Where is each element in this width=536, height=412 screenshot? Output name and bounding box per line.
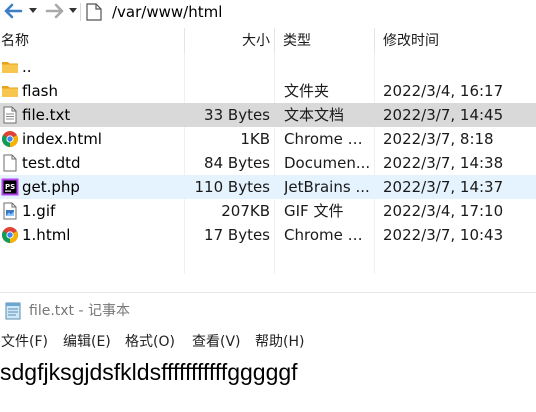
column-header-size[interactable]: 大小: [242, 28, 270, 54]
column-divider[interactable]: [184, 28, 185, 54]
image-file-icon: [1, 202, 19, 220]
file-modified: 2022/3/7, 10:43: [383, 226, 504, 244]
file-name: 1.gif: [22, 202, 56, 220]
file-modified: 2022/3/7, 8:18: [383, 130, 494, 148]
file-size: 110 Bytes: [194, 178, 271, 196]
file-size: 207KB: [221, 202, 270, 220]
menu-view[interactable]: 查看(V): [192, 331, 241, 353]
file-name: get.php: [22, 178, 80, 196]
file-modified: 2022/3/7, 14:38: [383, 154, 504, 172]
file-size: 33 Bytes: [204, 106, 270, 124]
file-name: flash: [22, 82, 58, 100]
forward-button[interactable]: [42, 0, 68, 22]
file-modified: 2022/3/4, 17:10: [383, 202, 504, 220]
file-row[interactable]: test.dtd 84 Bytes Documen... 2022/3/7, 14:3…: [0, 151, 536, 175]
path-folder-icon: [86, 3, 106, 21]
chrome-icon: [1, 226, 19, 244]
file-list: 名称 大小 类型 修改时间 .. flash 文件夹 2022/3/4, 16:17 f…: [0, 28, 536, 288]
file-name: ..: [22, 58, 32, 76]
column-divider[interactable]: [274, 28, 275, 54]
arrow-right-icon: [45, 3, 64, 19]
back-history-dropdown[interactable]: [26, 0, 40, 22]
svg-text:PS: PS: [5, 183, 15, 191]
chrome-icon: [1, 130, 19, 148]
file-type: GIF 文件: [284, 202, 344, 220]
folder-icon: [1, 82, 19, 100]
menu-format[interactable]: 格式(O): [125, 331, 175, 353]
file-modified: 2022/3/7, 14:45: [383, 106, 504, 124]
file-row[interactable]: 1.html 17 Bytes Chrome H... 2022/3/7, 10:43: [0, 223, 536, 247]
file-name: test.dtd: [22, 154, 81, 172]
notepad-title: file.txt - 记事本: [29, 303, 130, 319]
phpstorm-icon: PS: [1, 178, 19, 196]
file-type: 文件夹: [284, 82, 330, 100]
column-header-type[interactable]: 类型: [283, 28, 311, 54]
address-toolbar: /var/www/html: [0, 0, 536, 24]
file-row[interactable]: flash 文件夹 2022/3/4, 16:17: [0, 79, 536, 103]
notepad-menu-bar: 文件(F) 编辑(E) 格式(O) 查看(V) 帮助(H): [0, 331, 536, 353]
file-type: Chrome H...: [284, 130, 372, 148]
menu-help[interactable]: 帮助(H): [255, 331, 304, 353]
file-modified: 2022/3/7, 14:37: [383, 178, 504, 196]
notepad-window: file.txt - 记事本 文件(F) 编辑(E) 格式(O) 查看(V) 帮…: [0, 292, 536, 412]
arrow-left-icon: [4, 3, 23, 19]
chevron-down-icon: [69, 8, 77, 13]
forward-history-dropdown[interactable]: [66, 0, 80, 22]
file-row[interactable]: index.html 1KB Chrome H... 2022/3/7, 8:18: [0, 127, 536, 151]
file-type: Documen...: [284, 154, 371, 172]
file-name: index.html: [22, 130, 102, 148]
chevron-down-icon: [29, 8, 37, 13]
column-header-bar: 名称 大小 类型 修改时间: [0, 28, 536, 54]
notepad-text-area[interactable]: sdgfjksgjdsfkldsfffffffffffgggggf: [0, 356, 298, 388]
file-type: JetBrains ...: [284, 178, 370, 196]
notepad-title-bar[interactable]: file.txt - 记事本: [0, 299, 536, 323]
file-modified: 2022/3/4, 16:17: [383, 82, 504, 100]
document-icon: [1, 154, 19, 172]
file-row[interactable]: PS get.php 110 Bytes JetBrains ... 2022/3/7,…: [0, 175, 536, 199]
toolbar-divider: [80, 3, 81, 21]
file-size: 84 Bytes: [204, 154, 270, 172]
file-name: 1.html: [22, 226, 71, 244]
column-header-modified[interactable]: 修改时间: [383, 28, 439, 54]
file-size: 1KB: [240, 130, 270, 148]
file-name: file.txt: [22, 106, 71, 124]
text-file-icon: [1, 106, 19, 124]
file-type: 文本文档: [284, 106, 345, 124]
path-input[interactable]: /var/www/html: [112, 2, 222, 22]
menu-edit[interactable]: 编辑(E): [63, 331, 111, 353]
menu-file[interactable]: 文件(F): [1, 331, 48, 353]
file-row[interactable]: 1.gif 207KB GIF 文件 2022/3/4, 17:10: [0, 199, 536, 223]
back-button[interactable]: [0, 0, 26, 22]
file-row[interactable]: file.txt 33 Bytes 文本文档 2022/3/7, 14:45: [0, 103, 536, 127]
file-row[interactable]: ..: [0, 55, 536, 79]
column-divider[interactable]: [374, 28, 375, 54]
file-size: 17 Bytes: [204, 226, 270, 244]
file-type: Chrome H...: [284, 226, 372, 244]
folder-icon: [1, 58, 19, 76]
column-header-name[interactable]: 名称: [1, 28, 29, 54]
notepad-icon: [5, 302, 21, 320]
